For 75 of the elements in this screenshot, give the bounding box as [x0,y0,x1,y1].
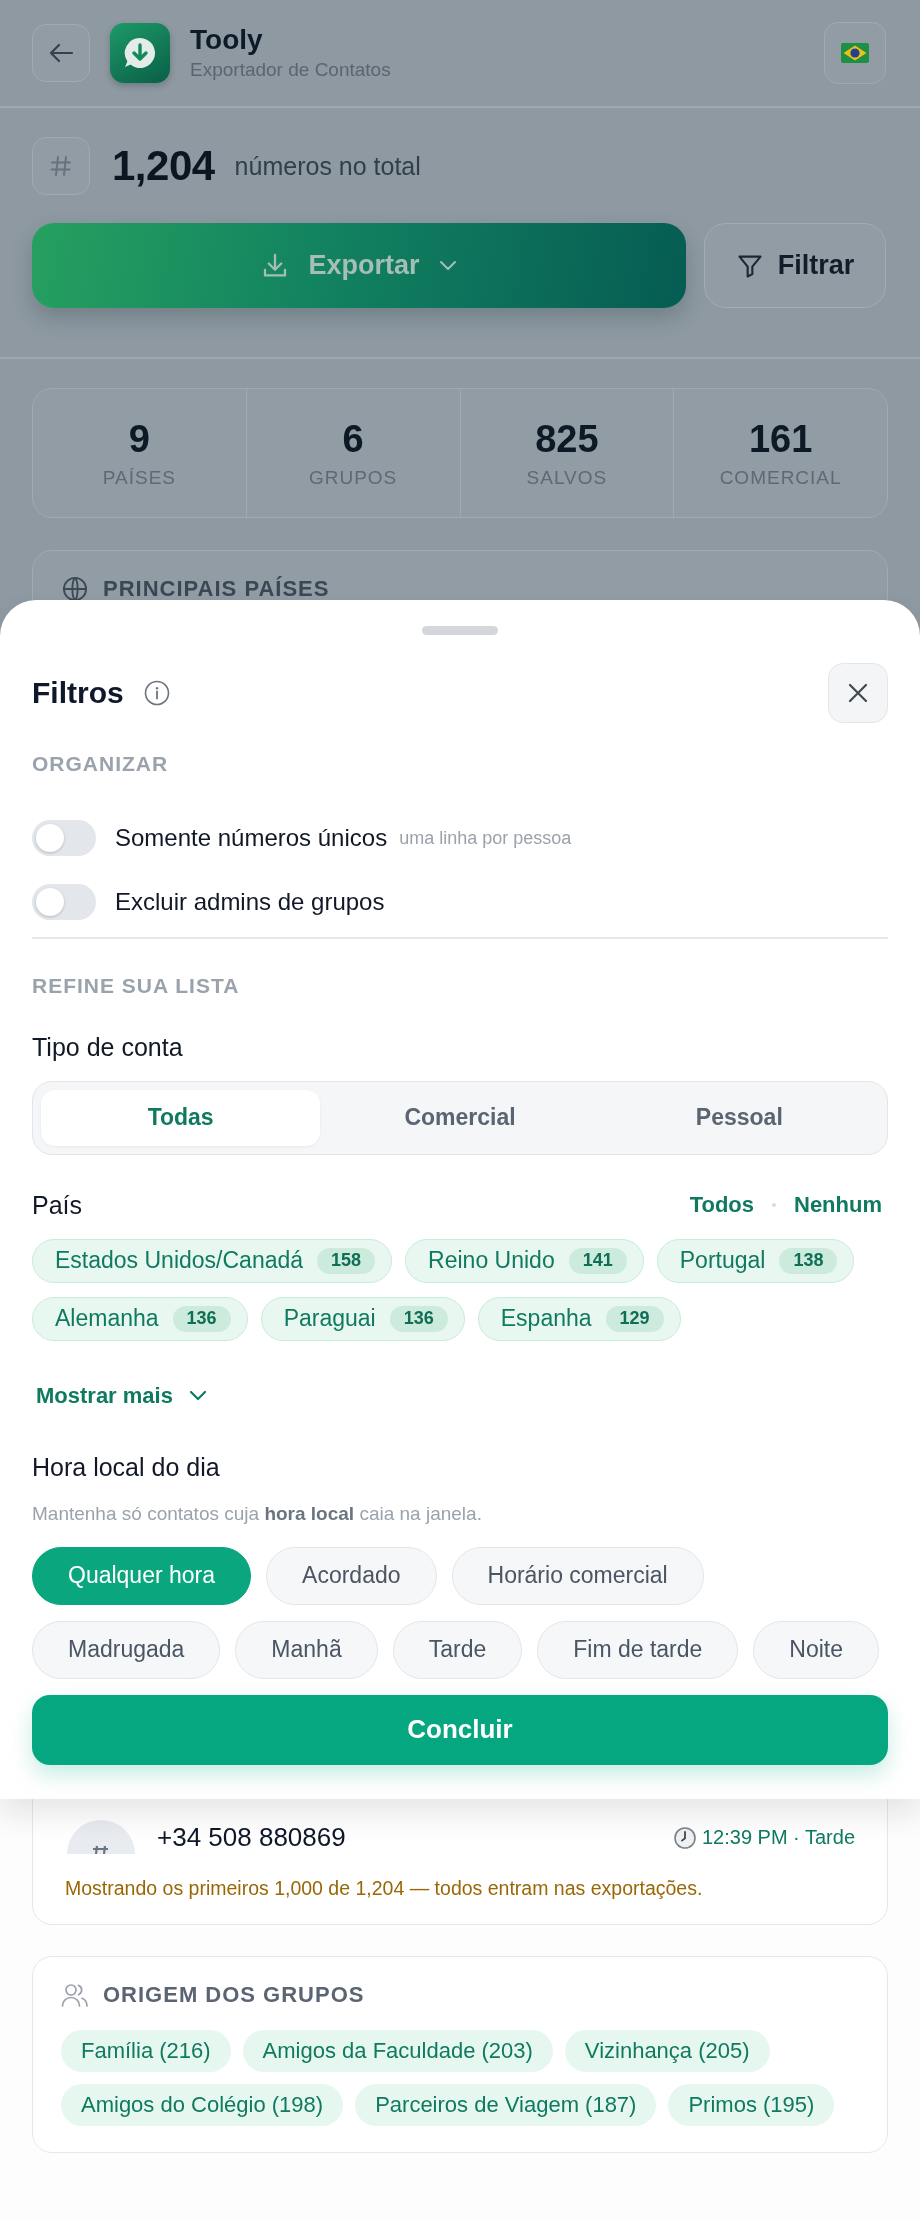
time-chip[interactable]: Fim de tarde [537,1620,739,1679]
section-title: ORIGEM DOS GRUPOS [103,1981,365,2008]
count-badge: 136 [172,1305,231,1332]
toggle-hint: uma linha por pessoa [399,827,572,849]
clock-icon [673,1826,696,1849]
country-chip[interactable]: Portugal 138 [656,1238,855,1283]
text-link[interactable]: Todos [689,1191,754,1218]
count-badge: 158 [317,1247,376,1274]
app-title: Tooly [190,24,264,56]
country-chip[interactable]: Espanha 129 [477,1296,681,1341]
field-label: Hora local do dia [32,1451,221,1482]
chevron-down-icon [188,1390,207,1401]
app-logo-icon [110,23,170,83]
section-title: PRINCIPAIS PAÍSES [103,576,330,602]
language-button[interactable] [824,22,886,84]
phone-number: +34 508 880869 [157,1822,346,1853]
local-time: 12:39 PM · Tarde [701,1826,855,1849]
show-more-button[interactable]: Mostrar mais [32,1380,207,1411]
avatar-icon [67,1817,135,1854]
toggle-switch[interactable] [32,820,96,856]
country-chip[interactable]: Reino Unido 141 [405,1238,644,1283]
time-chip[interactable]: Tarde [392,1620,523,1679]
flag-icon [841,43,869,63]
field-label: País [32,1189,83,1220]
list-limit-note: Mostrando os primeiros 1,000 de 1,204 — todos entram nas exportações. [65,1875,704,1901]
count-badge: 136 [389,1305,448,1332]
group-tag: Família (216) [61,2029,231,2072]
arrow-left-icon [49,43,73,63]
filter-button[interactable]: Filtrar [704,223,886,308]
group-tag: Vizinhança (205) [564,2029,770,2072]
count-badge: 129 [605,1305,664,1332]
dot-separator-icon [772,1202,776,1207]
time-chip[interactable]: Acordado [266,1546,437,1605]
section-heading: REFINE SUA LISTA [32,973,241,998]
time-chip[interactable]: Manhã [235,1620,378,1679]
time-chip[interactable]: Madrugada [32,1620,221,1679]
group-tag: Amigos do Colégio (198) [61,2083,344,2126]
sheet-title: Filtros [32,676,124,710]
count-badge: 138 [779,1247,838,1274]
toggle-label: Excluir admins de grupos [115,888,385,916]
segment-tab[interactable]: Comercial [320,1089,600,1146]
back-button[interactable] [32,24,90,82]
country-chip[interactable]: Paraguai 136 [260,1296,465,1341]
country-chip[interactable]: Estados Unidos/Canadá 158 [32,1238,393,1283]
segment-tab[interactable]: Todas [41,1089,321,1146]
stat-value: 9 [128,417,150,461]
drag-handle[interactable] [422,626,498,635]
field-label: Tipo de conta [32,1031,184,1062]
total-label: números no total [234,151,421,181]
segment-tab[interactable]: Pessoal [599,1089,879,1146]
toggle-label: Somente números únicos [115,824,388,852]
globe-icon [61,575,89,603]
users-icon [61,1981,89,2008]
stat-value: 6 [342,417,364,461]
time-chip[interactable]: Noite [753,1620,880,1679]
group-tag: Primos (195) [668,2083,835,2126]
count-badge: 141 [568,1247,627,1274]
total-count: 1,204 [112,142,215,190]
country-chip[interactable]: Alemanha 136 [32,1296,248,1341]
time-chip[interactable]: Qualquer hora [32,1546,252,1605]
close-button[interactable] [828,663,888,723]
done-button[interactable]: Concluir [32,1694,888,1765]
toggle-switch[interactable] [32,884,96,920]
info-icon[interactable] [143,680,170,706]
section-heading: ORGANIZAR [32,752,170,776]
text-link[interactable]: Nenhum [794,1191,882,1218]
time-chip[interactable]: Horário comercial [451,1546,704,1605]
group-tag: Parceiros de Viagem (187) [355,2083,657,2126]
close-icon [847,682,869,704]
group-tag: Amigos da Faculdade (203) [242,2029,553,2072]
field-description: Mantenha só contatos cuja hora local caia na janela. [32,1501,483,1526]
stat-value: 161 [748,417,813,461]
stat-value: 825 [535,417,599,461]
chevron-down-icon [437,259,458,272]
hash-icon [32,137,90,195]
